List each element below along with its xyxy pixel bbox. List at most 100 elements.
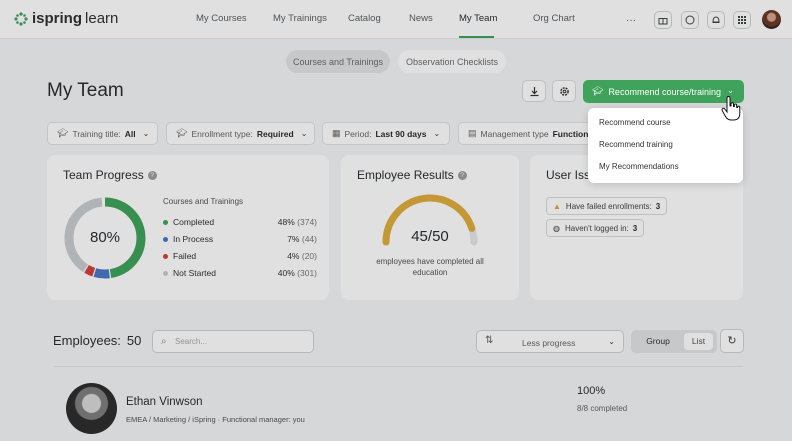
filter-label: Management type [480,128,549,139]
settings-button[interactable] [552,80,576,102]
chevron-down-icon: ⌄ [300,129,308,138]
tab-observation-checklists[interactable]: Observation Checklists [398,50,506,73]
menu-item-my-recommendations[interactable]: My Recommendations [599,162,679,171]
legend-dot [163,254,168,260]
group-view-button[interactable]: Group [635,333,681,350]
sort-select[interactable]: ⇅ Less progress ⌄ [476,330,624,353]
nav-news[interactable]: News [409,13,433,24]
employees-count: 50 [126,333,142,348]
brand-logo[interactable]: ispring learn [14,10,118,27]
section-divider [53,366,743,367]
brand-name-bold: ispring [32,10,83,27]
refresh-icon: ↻ [727,335,737,347]
apps-grid-icon[interactable] [733,11,751,29]
filter-value: Function [552,128,589,139]
help-icon[interactable]: ? [147,171,157,181]
calendar-icon: ▦ [332,128,341,138]
legend-label: Not Started [173,268,216,278]
search-placeholder: Search... [175,337,208,346]
employees-heading: Employees: 50 [53,333,141,348]
sort-arrows-icon: ⇅ [485,335,494,346]
more-icon[interactable]: ··· [622,11,640,29]
filter-label: Training title: [72,128,121,139]
legend-count: (20) [301,251,317,261]
filter-period[interactable]: ▦ Period: Last 90 days ⌄ [322,122,450,145]
card-title: Team Progress? [63,168,157,182]
search-input[interactable]: ⌕ Search... [152,330,314,353]
legend-pct: 4% [287,251,300,261]
team-progress-card: Team Progress? 80% Courses and Trainings… [47,155,329,300]
recommend-course-training-button[interactable]: 🎓︎ Recommend course/training ⌄ [583,80,744,103]
employee-completed-count: 8/8 completed [577,404,628,413]
donut-center-value: 80% [89,229,121,246]
filter-label: Period: [344,128,372,139]
gift-icon[interactable] [654,11,672,29]
legend-dot [163,237,168,243]
employee-progress-pct: 100% [577,385,606,397]
employees-label: Employees: [53,333,121,348]
chevron-down-icon: ⌄ [608,337,615,346]
ispring-logo-icon [14,11,28,26]
legend-row-completed: Completed 48% (374) [163,217,317,227]
issue-count: 3 [632,223,638,233]
legend-row-not-started: Not Started 40% (301) [163,268,317,278]
download-button[interactable] [522,80,546,102]
employee-results-caption: employees have completed all education [376,257,484,277]
page-title: My Team [47,80,124,101]
legend-label: Failed [173,251,197,261]
tab-courses-and-trainings[interactable]: Courses and Trainings [286,50,390,73]
nav-my-courses[interactable]: My Courses [196,13,247,24]
hand-pointer-cursor-icon [721,96,741,121]
recommend-dropdown-menu: Recommend course Recommend training My R… [588,108,743,183]
employee-results-card: Employee Results? 45/50 employees have c… [341,155,519,300]
chevron-down-icon: ⌄ [142,129,150,138]
issue-failed-enrollments[interactable]: ▲ Have failed enrollments: 3 [546,197,668,215]
list-view-button[interactable]: List [684,333,713,350]
warning-icon: ▲ [553,201,561,211]
employee-name[interactable]: Ethan Vinwson [126,396,203,408]
graduation-cap-icon: 🎓︎ [57,128,69,138]
legend-count: (374) [297,217,317,227]
employee-avatar [66,383,117,434]
filter-training-title[interactable]: 🎓︎ Training title: All ⌄ [47,122,158,145]
user-issues-title: User Iss [546,168,591,182]
issue-label: Haven't logged in: [564,223,629,233]
filter-value: Required [256,128,294,139]
employee-results-title: Employee Results [357,168,454,182]
menu-item-recommend-course[interactable]: Recommend course [599,118,671,127]
brand-name-light: learn [85,10,119,27]
nav-org-chart[interactable]: Org Chart [533,13,575,24]
nav-my-team[interactable]: My Team [459,13,497,24]
filter-enrollment-type[interactable]: 🎓︎ Enrollment type: Required ⌄ [166,122,315,145]
legend-count: (301) [297,268,317,278]
filter-management-type[interactable]: ▤ Management type Function [458,122,594,145]
filter-value: Last 90 days [375,128,427,139]
card-title: Employee Results? [357,168,467,182]
refresh-button[interactable]: ↻ [720,329,744,353]
filter-label: Enrollment type: [191,128,253,139]
legend-label: In Process [173,234,214,244]
legend-dot [163,220,168,226]
legend-subtitle: Courses and Trainings [163,197,244,206]
issue-not-logged-in[interactable]: ◍ Haven't logged in: 3 [546,219,645,237]
sort-value: Less progress [522,338,576,348]
recommend-button-label: Recommend course/training [608,86,721,97]
help-icon[interactable]: ? [457,171,467,181]
nav-catalog[interactable]: Catalog [348,13,381,24]
menu-item-recommend-training[interactable]: Recommend training [599,140,673,149]
chat-icon[interactable] [681,11,699,29]
top-navigation-bar: ispring learn My Courses My Trainings Ca… [0,0,792,39]
filter-value: All [124,128,136,139]
legend-dot [163,271,168,277]
nav-my-trainings[interactable]: My Trainings [273,13,327,24]
user-avatar[interactable] [762,10,781,29]
view-toggle: Group List [631,330,717,353]
bell-icon[interactable] [707,11,725,29]
legend-pct: 48% [277,217,295,227]
legend-pct: 40% [277,268,295,278]
download-icon [530,86,538,96]
chevron-down-icon: ⌄ [727,86,734,95]
active-nav-underline [459,36,494,38]
issue-label: Have failed enrollments: [565,201,652,211]
legend-pct: 7% [287,234,300,244]
